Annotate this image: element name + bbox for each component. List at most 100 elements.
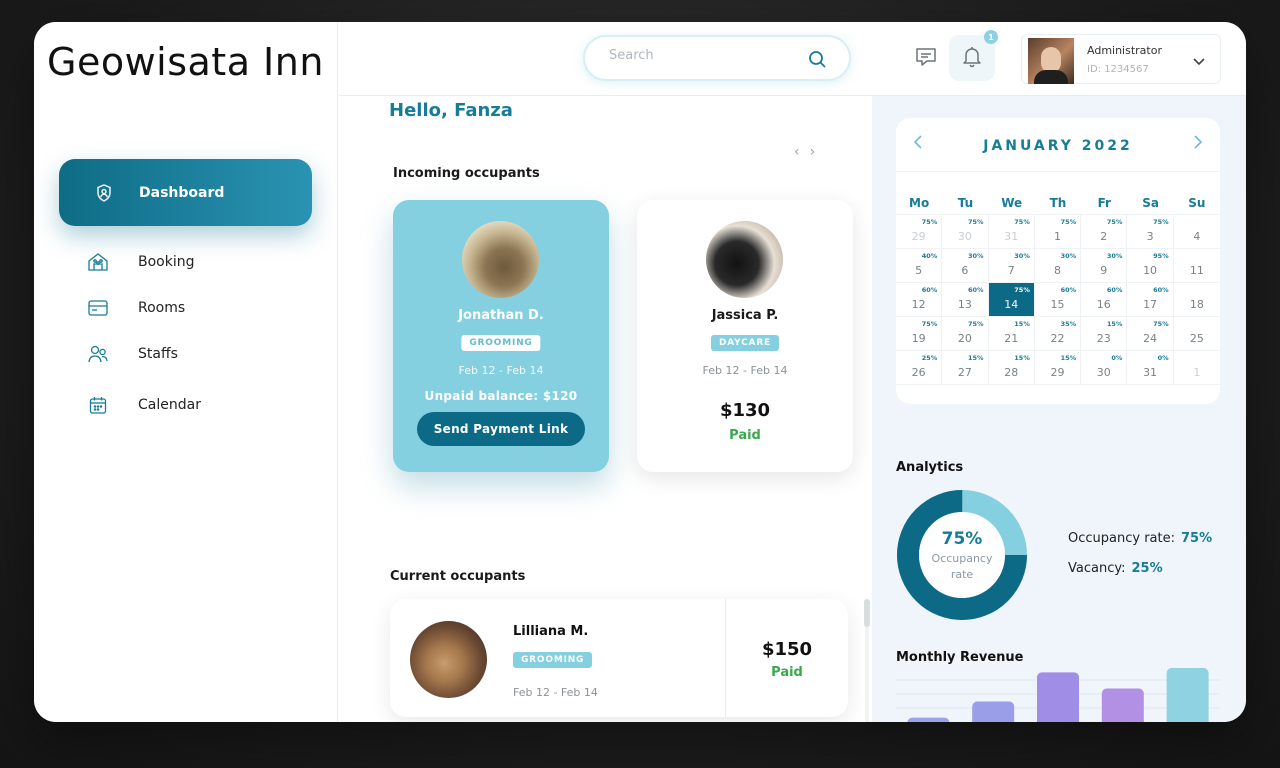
greeting: Hello, Fanza xyxy=(389,100,513,121)
sidebar-item-staffs[interactable]: Staffs xyxy=(84,339,178,369)
calendar-day[interactable]: 11 xyxy=(1173,249,1220,283)
day-number: 6 xyxy=(961,264,969,277)
messages-button[interactable] xyxy=(911,44,941,74)
calendar-day[interactable]: 0% 30 xyxy=(1081,351,1128,385)
vacancy-label: Vacancy: xyxy=(1068,561,1126,576)
day-number: 18 xyxy=(1189,298,1204,311)
calendar-day[interactable]: 75% 19 xyxy=(896,317,943,351)
calendar-day[interactable]: 30% 7 xyxy=(988,249,1035,283)
calendar-day[interactable]: 40% 5 xyxy=(896,249,943,283)
day-number: 26 xyxy=(911,366,926,379)
calendar-day[interactable]: 15% 23 xyxy=(1081,317,1128,351)
donut-caption: Occupancy rate xyxy=(931,552,993,581)
rooms-icon xyxy=(84,297,112,319)
day-number: 16 xyxy=(1096,298,1111,311)
search-icon[interactable] xyxy=(807,49,827,69)
calendar-day[interactable]: 95% 10 xyxy=(1127,249,1174,283)
calendar-day[interactable]: 75% 29 xyxy=(896,215,943,249)
occupancy-label: Occupancy rate: xyxy=(1068,531,1175,546)
day-occupancy-percent: 15% xyxy=(1014,320,1030,328)
day-number: 1 xyxy=(1053,230,1061,243)
search-input[interactable] xyxy=(609,48,799,63)
day-number: 11 xyxy=(1189,264,1204,277)
occupant-photo xyxy=(462,221,539,298)
calendar-day[interactable]: 60% 17 xyxy=(1127,283,1174,317)
day-number: 30 xyxy=(1096,366,1111,379)
day-number: 15 xyxy=(1050,298,1065,311)
day-occupancy-percent: 75% xyxy=(921,320,938,328)
calendar-day[interactable]: 4 xyxy=(1173,215,1220,249)
chevron-left-icon[interactable]: ‹ xyxy=(794,144,800,160)
calendar-day[interactable]: 18 xyxy=(1173,283,1220,317)
sidebar: Geowisata Inn Dashboard Booking Rooms St… xyxy=(34,22,338,722)
user-role: Administrator xyxy=(1087,44,1162,57)
calendar-day[interactable]: 15% 27 xyxy=(942,351,989,385)
day-number: 21 xyxy=(1004,332,1019,345)
user-id: ID: 1234567 xyxy=(1087,64,1149,75)
chevron-right-icon[interactable]: › xyxy=(810,144,816,160)
calendar-day[interactable]: 0% 31 xyxy=(1127,351,1174,385)
calendar-day[interactable]: 60% 16 xyxy=(1081,283,1128,317)
day-number: 31 xyxy=(1143,366,1158,379)
sidebar-item-calendar[interactable]: Calendar xyxy=(84,390,201,420)
calendar-icon xyxy=(84,394,112,416)
day-number: 27 xyxy=(957,366,972,379)
calendar-day[interactable]: 25 xyxy=(1173,317,1220,351)
calendar-day[interactable]: 75% 30 xyxy=(942,215,989,249)
incoming-occupant-card[interactable]: Jassica P. DAYCARE Feb 12 - Feb 14 $130 … xyxy=(637,200,853,472)
calendar-day[interactable]: 25% 26 xyxy=(896,351,943,385)
calendar-day[interactable]: 30% 6 xyxy=(942,249,989,283)
calendar-day[interactable]: 75% 3 xyxy=(1127,215,1174,249)
current-occupant-card[interactable]: Lilliana M. GROOMING Feb 12 - Feb 14 $15… xyxy=(390,599,848,717)
calendar-day[interactable]: 35% 22 xyxy=(1034,317,1082,351)
user-profile-dropdown[interactable]: Administrator ID: 1234567 xyxy=(1021,34,1221,84)
calendar-day[interactable]: 75% 20 xyxy=(942,317,989,351)
sidebar-item-dashboard[interactable]: Dashboard xyxy=(59,159,312,226)
weekday-label: Th xyxy=(1049,196,1067,210)
calendar-day[interactable]: 75% 24 xyxy=(1127,317,1174,351)
revenue-bar xyxy=(907,717,950,722)
day-occupancy-percent: 75% xyxy=(1014,218,1030,226)
day-number: 4 xyxy=(1193,230,1201,243)
calendar-day[interactable]: 75% 1 xyxy=(1034,215,1082,249)
occupancy-legend: Occupancy rate: 75% xyxy=(1068,531,1212,546)
monthly-revenue-chart xyxy=(896,668,1220,722)
day-occupancy-percent: 15% xyxy=(1106,320,1123,328)
calendar-day[interactable]: 15% 28 xyxy=(988,351,1035,385)
sidebar-item-label: Booking xyxy=(138,254,195,270)
day-number: 29 xyxy=(1050,366,1065,379)
avatar xyxy=(1028,38,1074,84)
calendar-day[interactable]: 1 xyxy=(1173,351,1220,385)
calendar-day[interactable]: 75% 2 xyxy=(1081,215,1128,249)
calendar-next-button[interactable] xyxy=(1188,134,1208,154)
scrollbar-thumb[interactable] xyxy=(864,599,870,627)
day-occupancy-percent: 60% xyxy=(968,286,984,294)
day-occupancy-percent: 15% xyxy=(1060,354,1077,362)
calendar-day[interactable]: 30% 8 xyxy=(1034,249,1082,283)
occupant-photo xyxy=(706,221,783,298)
payment-status: Paid xyxy=(771,665,803,680)
vacancy-value: 25% xyxy=(1131,561,1163,576)
calendar-day[interactable]: 60% 15 xyxy=(1034,283,1082,317)
calendar-day[interactable]: 75% 14 xyxy=(988,283,1035,317)
day-occupancy-percent: 30% xyxy=(1014,252,1030,260)
incoming-occupant-card[interactable]: Jonathan D. GROOMING Feb 12 - Feb 14 Unp… xyxy=(393,200,609,472)
calendar-day[interactable]: 75% 31 xyxy=(988,215,1035,249)
right-panel: JANUARY 2022 Mo Tu We Th Fr Sa Su 75% 29 75% 30 75… xyxy=(872,96,1246,722)
day-occupancy-percent: 30% xyxy=(1060,252,1077,260)
chevron-down-icon xyxy=(1192,53,1206,67)
sidebar-item-booking[interactable]: Booking xyxy=(84,247,195,277)
calendar-day[interactable]: 30% 9 xyxy=(1081,249,1128,283)
day-occupancy-percent: 75% xyxy=(1014,286,1030,294)
calendar-day[interactable]: 15% 21 xyxy=(988,317,1035,351)
calendar-day[interactable]: 60% 12 xyxy=(896,283,943,317)
divider xyxy=(896,171,1220,172)
day-occupancy-percent: 60% xyxy=(921,286,938,294)
day-number: 31 xyxy=(1004,230,1019,243)
send-payment-link-button[interactable]: Send Payment Link xyxy=(417,412,585,446)
monthly-revenue-title: Monthly Revenue xyxy=(896,650,1024,665)
sidebar-item-rooms[interactable]: Rooms xyxy=(84,293,185,323)
calendar-day[interactable]: 60% 13 xyxy=(942,283,989,317)
calendar-day[interactable]: 15% 29 xyxy=(1034,351,1082,385)
revenue-bar xyxy=(1037,672,1079,722)
